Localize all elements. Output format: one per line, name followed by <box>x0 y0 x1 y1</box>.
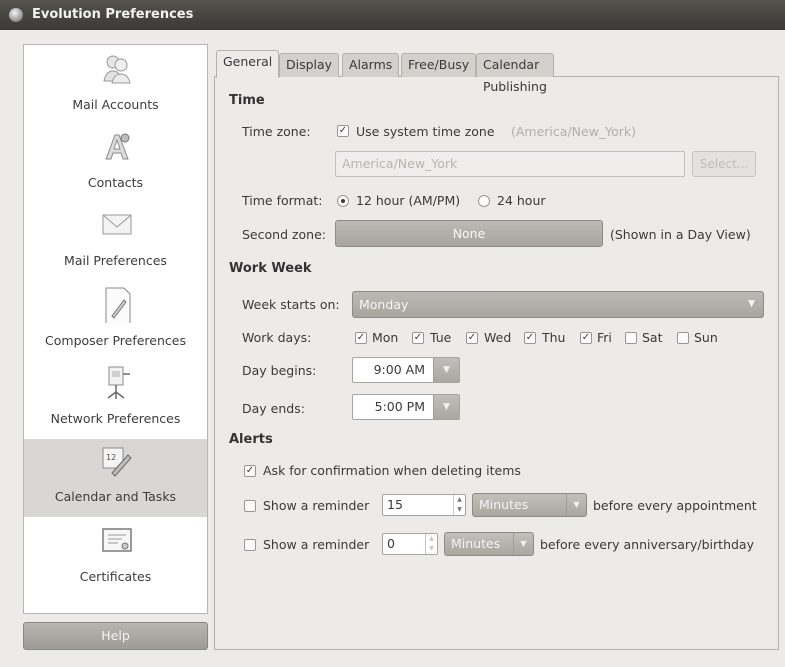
envelope-icon <box>102 214 132 235</box>
sat-label: Sat <box>642 330 663 345</box>
certificate-icon <box>102 528 132 552</box>
tab-free-busy[interactable]: Free/Busy <box>401 53 477 77</box>
appointment-reminder-spinner[interactable]: 15 ▲ ▼ <box>382 494 466 516</box>
appointment-reminder-checkbox[interactable] <box>244 500 256 512</box>
preferences-sidebar: Mail Accounts Contacts Mail Preferences … <box>23 44 208 614</box>
chevron-down-icon: ▼ <box>748 299 755 309</box>
anniversary-unit-dropdown[interactable]: Minutes ▼ <box>444 532 534 556</box>
time-zone-label: Time zone: <box>242 124 311 139</box>
week-starts-value: Monday <box>359 297 409 312</box>
time-section-title: Time <box>229 93 265 108</box>
anniversary-reminder-checkbox[interactable] <box>244 539 256 551</box>
use-system-timezone-checkbox[interactable]: ✓ <box>337 125 349 137</box>
day-begins-value: 9:00 AM <box>373 362 425 377</box>
system-timezone-hint: (America/New_York) <box>511 124 637 139</box>
appointment-unit-value: Minutes <box>479 497 529 512</box>
confirm-delete-checkbox[interactable]: ✓ <box>244 465 256 477</box>
spin-arrows-icon[interactable]: ▲ ▼ <box>453 495 465 515</box>
sidebar-item-label: Certificates <box>79 569 152 584</box>
confirm-delete-label: Ask for confirmation when deleting items <box>263 463 521 478</box>
anniversary-reminder-spinner[interactable]: 0 ▲ ▼ <box>382 533 438 555</box>
sidebar-item-calendar-and-tasks[interactable]: 12 Calendar and Tasks <box>24 439 207 517</box>
time-format-label: Time format: <box>242 193 323 208</box>
mon-checkbox[interactable]: ✓ <box>355 332 367 344</box>
window-title: Evolution Preferences <box>32 7 194 22</box>
sat-checkbox[interactable] <box>625 332 637 344</box>
sidebar-item-label: Mail Accounts <box>72 97 159 112</box>
tue-label: Tue <box>430 330 452 345</box>
anniversary-reminder-label: Show a reminder <box>263 537 370 552</box>
tab-alarms[interactable]: Alarms <box>342 53 400 77</box>
title-bar: Evolution Preferences <box>0 0 785 30</box>
mon-label: Mon <box>372 330 399 345</box>
sidebar-item-label: Network Preferences <box>50 411 181 426</box>
tue-checkbox[interactable]: ✓ <box>412 332 424 344</box>
wed-checkbox[interactable]: ✓ <box>466 332 478 344</box>
sidebar-item-network-preferences[interactable]: Network Preferences <box>24 361 207 439</box>
12-hour-radio[interactable] <box>337 195 349 207</box>
24-hour-radio[interactable] <box>478 195 490 207</box>
day-begins-label: Day begins: <box>242 363 317 378</box>
anniversary-reminder-suffix: before every anniversary/birthday <box>540 537 754 552</box>
mail-accounts-icon <box>103 55 131 84</box>
timezone-field[interactable]: America/New_York <box>335 151 685 177</box>
sidebar-item-label: Calendar and Tasks <box>54 489 177 504</box>
appointment-reminder-suffix: before every appointment <box>593 498 757 513</box>
fri-checkbox[interactable]: ✓ <box>580 332 592 344</box>
sun-label: Sun <box>694 330 718 345</box>
thu-checkbox[interactable]: ✓ <box>524 332 536 344</box>
thu-label: Thu <box>542 330 566 345</box>
tab-calendar-publishing[interactable]: Calendar Publishing <box>476 53 554 94</box>
24-hour-label: 24 hour <box>497 193 546 208</box>
sidebar-item-label: Composer Preferences <box>45 333 186 348</box>
12-hour-label: 12 hour (AM/PM) <box>356 193 461 208</box>
alerts-section-title: Alerts <box>229 432 273 447</box>
select-timezone-button[interactable]: Select... <box>692 151 756 177</box>
svg-text:12: 12 <box>106 453 116 462</box>
chevron-down-icon: ▼ <box>513 533 533 555</box>
second-zone-hint: (Shown in a Day View) <box>610 227 751 242</box>
sidebar-item-label: Mail Preferences <box>64 253 167 268</box>
fri-label: Fri <box>597 330 612 345</box>
sidebar-item-label: Contacts <box>87 175 144 190</box>
day-begins-field[interactable]: 9:00 AM ▼ <box>352 357 460 383</box>
work-days-label: Work days: <box>242 330 312 345</box>
help-button[interactable]: Help <box>23 622 208 650</box>
sidebar-item-contacts[interactable]: Contacts <box>24 125 207 203</box>
chevron-down-icon[interactable]: ▼ <box>433 358 459 382</box>
tab-general[interactable]: General <box>216 50 280 78</box>
second-zone-button[interactable]: None <box>335 220 603 247</box>
week-starts-dropdown[interactable]: Monday ▼ <box>352 291 764 318</box>
sidebar-item-mail-accounts[interactable]: Mail Accounts <box>24 47 207 125</box>
week-starts-label: Week starts on: <box>242 297 340 312</box>
sidebar-item-certificates[interactable]: Certificates <box>24 519 207 597</box>
chevron-down-icon: ▼ <box>566 494 586 516</box>
day-ends-value: 5:00 PM <box>374 399 425 414</box>
day-ends-label: Day ends: <box>242 401 305 416</box>
appointment-reminder-label: Show a reminder <box>263 498 370 513</box>
day-ends-field[interactable]: 5:00 PM ▼ <box>352 394 460 420</box>
sidebar-item-mail-preferences[interactable]: Mail Preferences <box>24 203 207 281</box>
chevron-down-icon[interactable]: ▼ <box>433 395 459 419</box>
tab-display[interactable]: Display <box>279 53 340 77</box>
anniversary-unit-value: Minutes <box>451 536 501 551</box>
network-icon <box>107 366 130 399</box>
second-zone-label: Second zone: <box>242 227 327 242</box>
appointment-unit-dropdown[interactable]: Minutes ▼ <box>472 493 587 517</box>
spin-arrows-icon[interactable]: ▲ ▼ <box>425 534 437 554</box>
sidebar-item-composer-preferences[interactable]: Composer Preferences <box>24 283 207 361</box>
appointment-reminder-value: 15 <box>387 497 403 512</box>
use-system-timezone-label: Use system time zone <box>356 124 495 139</box>
work-week-section-title: Work Week <box>229 261 312 276</box>
wed-label: Wed <box>484 330 512 345</box>
app-icon <box>9 8 23 22</box>
contacts-icon <box>105 133 130 160</box>
anniversary-reminder-value: 0 <box>387 536 395 551</box>
sun-checkbox[interactable] <box>677 332 689 344</box>
composer-icon <box>105 287 131 323</box>
calendar-icon: 12 <box>102 447 132 477</box>
